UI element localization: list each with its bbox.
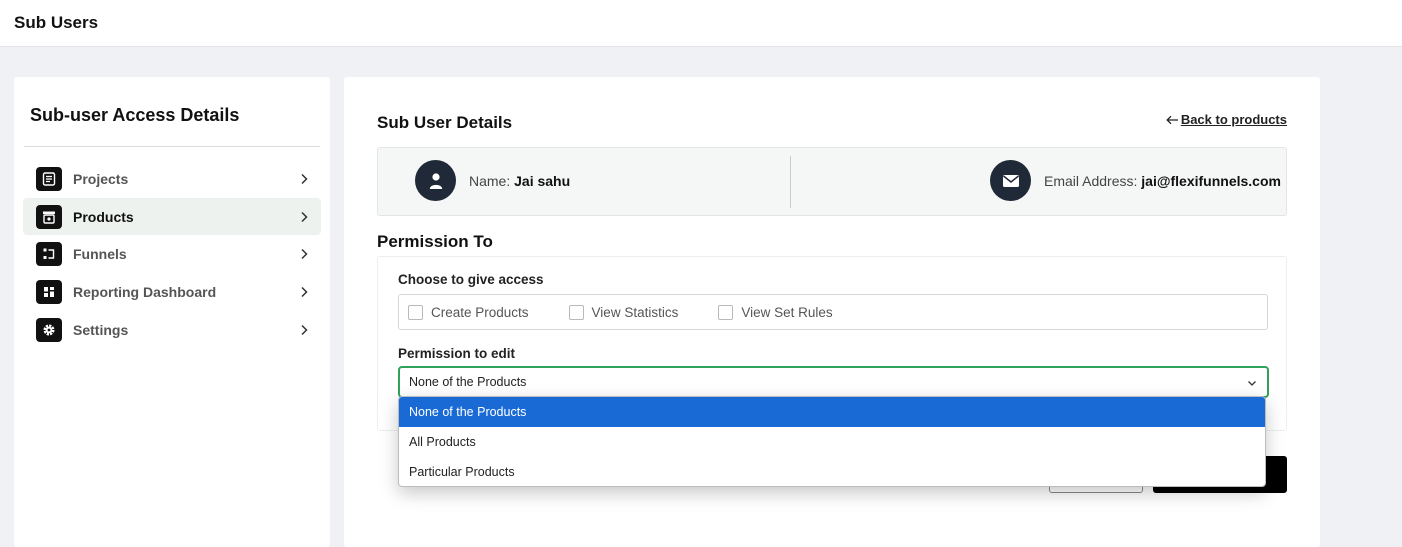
chevron-down-icon [1248,381,1256,386]
sidebar-item-label: Funnels [73,246,127,262]
details-divider [790,156,791,208]
sidebar-item-label: Projects [73,171,129,187]
permission-title: Permission To [377,232,493,251]
back-to-products-link[interactable]: Back to products [1166,112,1287,127]
chevron-right-icon [301,248,308,260]
checkbox[interactable] [408,304,423,320]
sidebar-item-products[interactable]: Products [23,198,321,235]
edit-label: Permission to edit [398,346,516,361]
user-email: Email Address: jai@flexifunnels.com [1044,173,1281,189]
sidebar-item-reporting-dashboard[interactable]: Reporting Dashboard [23,273,321,311]
email-avatar [990,160,1031,201]
name-value: Jai sahu [514,173,571,189]
dropdown-option[interactable]: All Products [399,427,1265,457]
sidebar-item-settings[interactable]: Settings [23,311,321,349]
permission-edit-dropdown: None of the Products All Products Partic… [398,396,1266,487]
name-label: Name: [469,173,511,189]
create-products-checkbox[interactable]: Create Products [408,304,529,320]
user-name: Name: Jai sahu [469,173,570,189]
back-link-label: Back to products [1180,112,1287,127]
email-label: Email Address: [1044,173,1138,189]
dashboard-icon [36,280,62,304]
sidebar-nav: Projects Products Funnels Reporting Dash… [23,160,321,349]
access-label: Choose to give access [398,272,544,287]
sidebar-title: Sub-user Access Details [30,105,240,125]
checkbox[interactable] [568,304,584,320]
chevron-right-icon [301,211,308,222]
checkbox-label: View Statistics [591,304,679,320]
sidebar: Sub-user Access Details Projects Product… [14,77,330,547]
user-details-card: Name: Jai sahu Email Address: jai@flexif… [377,147,1287,216]
sidebar-item-projects[interactable]: Projects [23,160,321,198]
checkbox-label: Create Products [431,304,529,320]
sidebar-item-label: Settings [73,322,129,338]
sidebar-item-funnels[interactable]: Funnels [23,235,321,273]
permission-edit-select[interactable]: None of the Products [398,366,1269,398]
sidebar-divider [24,146,320,147]
user-icon [429,172,442,189]
mail-icon [1002,174,1019,187]
document-icon [36,167,62,191]
select-value: None of the Products [409,375,527,389]
checkbox-label: View Set Rules [741,304,833,320]
chevron-right-icon [301,173,308,185]
gear-icon [36,318,62,342]
dropdown-option[interactable]: Particular Products [399,457,1265,486]
sidebar-item-label: Products [73,208,134,225]
checkbox[interactable] [718,304,734,320]
sidebar-item-label: Reporting Dashboard [73,284,217,300]
page-title: Sub Users [14,13,99,32]
avatar [415,160,456,201]
chevron-right-icon [301,286,308,298]
arrow-left-icon [1166,115,1178,124]
store-icon [36,204,62,229]
view-statistics-checkbox[interactable]: View Statistics [568,304,679,320]
top-header: Sub Users [0,0,1402,47]
dropdown-option[interactable]: None of the Products [399,397,1265,427]
section-title: Sub User Details [377,113,513,132]
email-value: jai@flexifunnels.com [1141,173,1281,189]
access-checkbox-group: Create Products View Statistics View Set… [398,294,1268,330]
view-set-rules-checkbox[interactable]: View Set Rules [718,304,833,320]
funnel-icon [36,242,62,266]
chevron-right-icon [301,324,308,336]
